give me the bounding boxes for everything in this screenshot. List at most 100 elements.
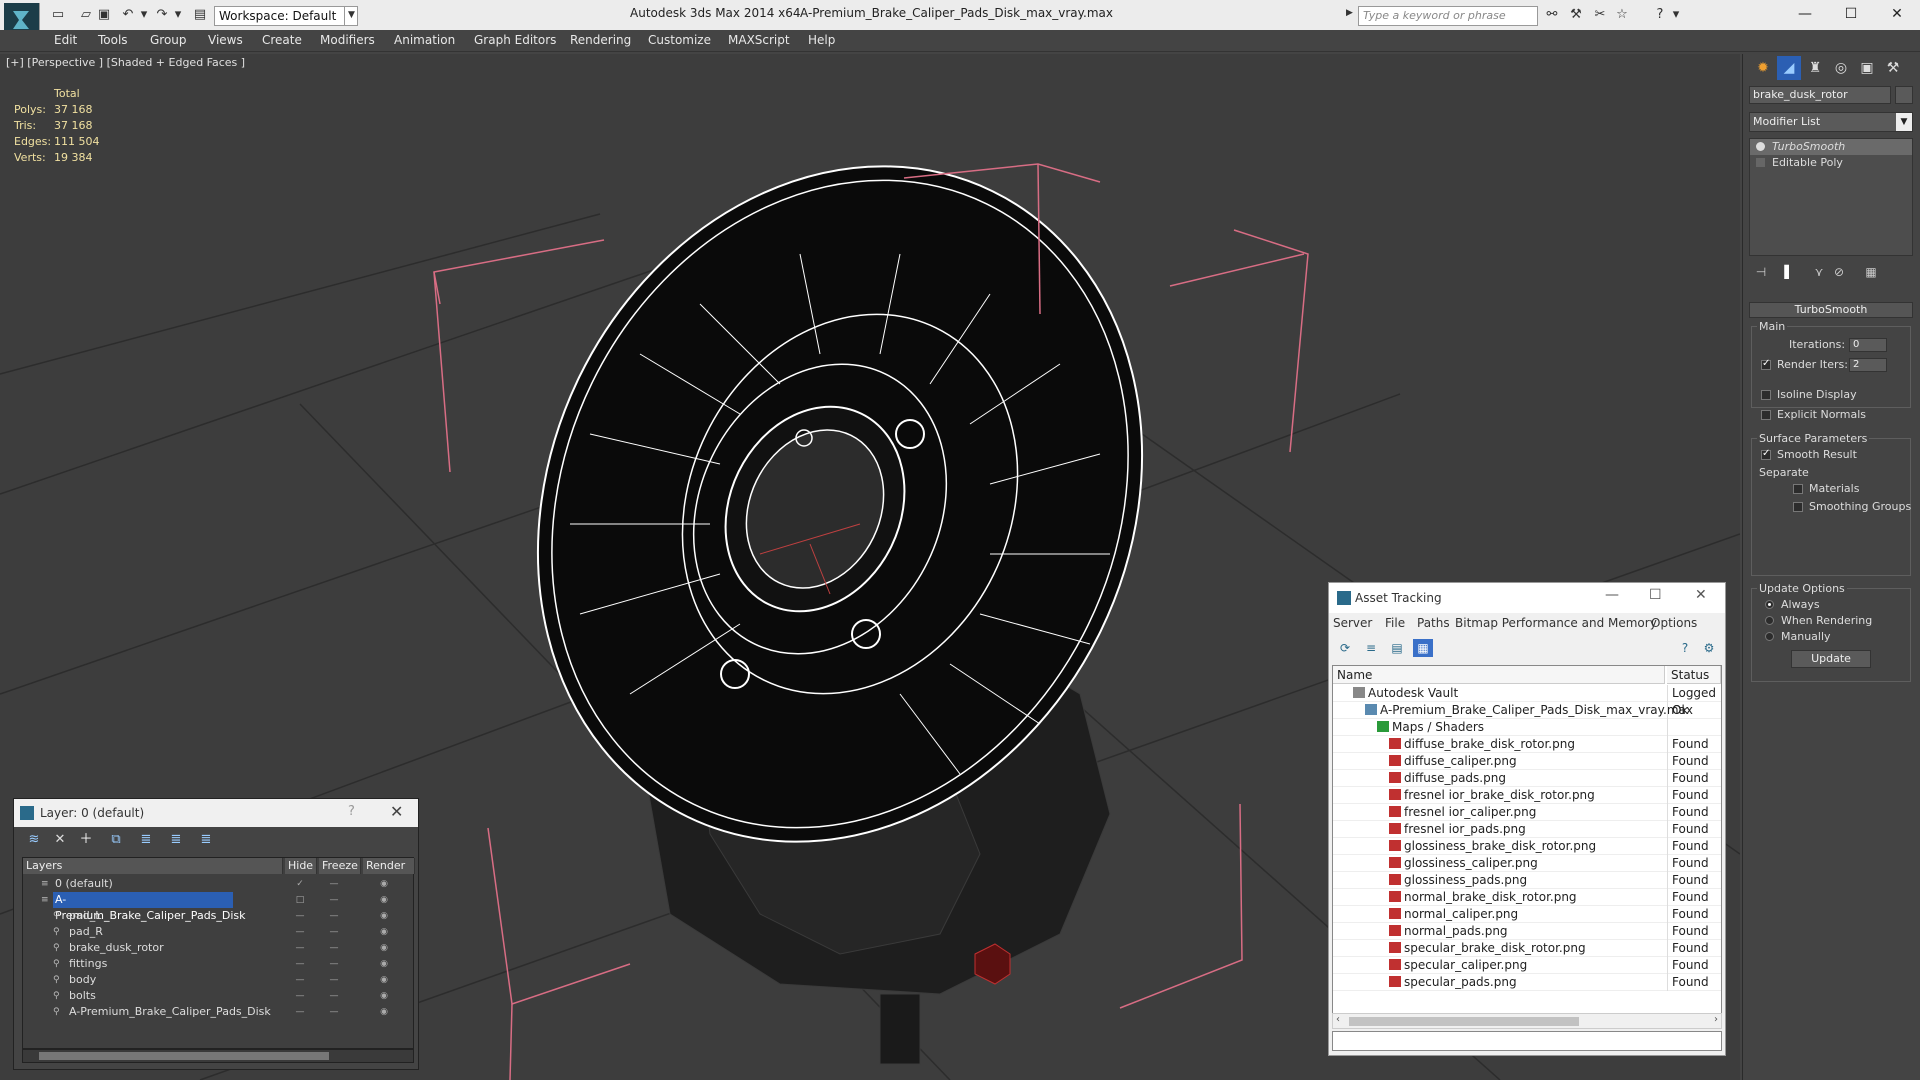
layer-row[interactable]: ≡ 0 (default) ✓ — ◉ (23, 876, 415, 892)
hierarchy-tab-icon[interactable]: ♜ (1803, 56, 1827, 80)
turbosmooth-rollout-title[interactable]: TurboSmooth (1749, 302, 1913, 318)
layer-window-titlebar[interactable]: Layer: 0 (default) ? ✕ (14, 799, 418, 827)
viewport-label[interactable]: [+] [Perspective ] [Shaded + Edged Faces… (6, 56, 245, 69)
scroll-left-icon[interactable]: ‹ (1336, 1014, 1340, 1025)
modifier-list-dropdown[interactable]: Modifier List ▼ (1749, 112, 1913, 132)
close-icon[interactable]: ✕ (390, 802, 403, 821)
create-tab-icon[interactable]: ✹ (1751, 56, 1775, 80)
always-radio[interactable] (1765, 600, 1774, 609)
freeze-toggle[interactable]: — (327, 876, 341, 892)
highlight-layer-icon[interactable]: ≣ (136, 831, 156, 849)
help-icon[interactable]: ? (1675, 639, 1695, 657)
list-view-icon[interactable]: ≡ (1361, 639, 1381, 657)
binoculars-icon[interactable]: ⚯ (1544, 8, 1560, 22)
layer-row[interactable]: ⚲ bolts — — ◉ (23, 988, 415, 1004)
redo-icon[interactable]: ↷ (154, 8, 170, 22)
utilities-tab-icon[interactable]: ⚒ (1881, 56, 1905, 80)
project-folder-icon[interactable]: ▤ (192, 8, 208, 22)
asset-menu-file[interactable]: File (1385, 616, 1405, 630)
asset-row[interactable]: normal_caliper.png Found (1333, 906, 1721, 923)
new-file-icon[interactable]: ▭ (50, 8, 66, 22)
render-toggle-icon[interactable]: ◉ (377, 1004, 391, 1020)
chevron-down-icon[interactable]: ▼ (1896, 113, 1912, 131)
freeze-toggle[interactable]: — (327, 924, 341, 940)
materials-checkbox[interactable] (1793, 484, 1803, 494)
asset-row[interactable]: diffuse_brake_disk_rotor.png Found (1333, 736, 1721, 753)
render-toggle-icon[interactable]: ◉ (377, 988, 391, 1004)
freeze-toggle[interactable]: — (327, 1004, 341, 1020)
modify-tab-icon[interactable]: ◢ (1777, 56, 1801, 80)
expand-icon[interactable] (1756, 158, 1765, 167)
when-rendering-radio[interactable] (1765, 616, 1774, 625)
communication-icon[interactable]: ✂ (1592, 8, 1608, 22)
hide-toggle[interactable]: — (293, 972, 307, 988)
hide-toggle[interactable]: — (293, 940, 307, 956)
close-button[interactable]: ✕ (1874, 2, 1920, 26)
layer-name[interactable]: body (67, 972, 96, 988)
undo-icon[interactable]: ↶ (120, 8, 136, 22)
layer-name[interactable]: pad_L (67, 908, 101, 924)
layer-name[interactable]: bolts (67, 988, 96, 1004)
undo-dropdown-icon[interactable]: ▾ (136, 8, 152, 22)
asset-row[interactable]: diffuse_caliper.png Found (1333, 753, 1721, 770)
hide-toggle[interactable]: ✓ (293, 876, 307, 892)
asset-menu-options[interactable]: Options (1651, 616, 1697, 630)
stack-item-editable-poly[interactable]: Editable Poly (1750, 155, 1912, 171)
freeze-all-icon[interactable]: ≣ (196, 831, 216, 849)
asset-row[interactable]: fresnel ior_brake_disk_rotor.png Found (1333, 787, 1721, 804)
layer-name[interactable]: fittings (67, 956, 107, 972)
hide-toggle[interactable]: — (293, 924, 307, 940)
menu-tools[interactable]: Tools (98, 33, 128, 47)
menu-rendering[interactable]: Rendering (570, 33, 631, 47)
object-color-swatch[interactable] (1895, 86, 1913, 104)
layer-name[interactable]: A-Premium_Brake_Caliper_Pads_Disk (53, 892, 246, 922)
minimize-icon[interactable]: — (1605, 587, 1619, 603)
render-toggle-icon[interactable]: ◉ (377, 892, 391, 908)
show-end-result-icon[interactable]: ▌ (1779, 262, 1799, 282)
horizontal-scrollbar[interactable]: ‹ › (1332, 1013, 1722, 1029)
layer-name[interactable]: pad_R (67, 924, 103, 940)
column-header-freeze[interactable]: Freeze (319, 858, 361, 874)
menu-edit[interactable]: Edit (54, 33, 77, 47)
minimize-button[interactable]: — (1782, 2, 1828, 26)
column-header-layers[interactable]: Layers (23, 858, 283, 874)
asset-row[interactable]: specular_caliper.png Found (1333, 957, 1721, 974)
help-dropdown-icon[interactable]: ▾ (1668, 8, 1684, 22)
menu-animation[interactable]: Animation (394, 33, 455, 47)
hide-toggle[interactable]: — (293, 956, 307, 972)
layer-row[interactable]: ⚲ A-Premium_Brake_Caliper_Pads_Disk — — ◉ (23, 1004, 415, 1020)
render-toggle-icon[interactable]: ◉ (377, 876, 391, 892)
menu-help[interactable]: Help (808, 33, 835, 47)
render-iters-checkbox[interactable] (1761, 358, 1771, 370)
smoothing-groups-checkbox[interactable] (1793, 502, 1803, 512)
workspace-select[interactable]: Workspace: Default (214, 6, 358, 26)
pin-stack-icon[interactable]: ⊣ (1751, 262, 1771, 282)
remove-modifier-icon[interactable]: ⊘ (1829, 262, 1849, 282)
hide-all-icon[interactable]: ≣ (166, 831, 186, 849)
menu-group[interactable]: Group (150, 33, 187, 47)
workspace-dropdown-icon[interactable]: ▼ (344, 6, 358, 26)
make-unique-icon[interactable]: ⋎ (1809, 262, 1829, 282)
freeze-toggle[interactable]: — (327, 972, 341, 988)
add-to-layer-icon[interactable]: ＋ (76, 831, 96, 849)
stack-item-turbosmooth[interactable]: TurboSmooth (1750, 139, 1912, 155)
manually-radio[interactable] (1765, 632, 1774, 641)
favorites-icon[interactable]: ☆ (1614, 8, 1630, 22)
freeze-toggle[interactable]: — (327, 956, 341, 972)
hide-toggle[interactable]: — (293, 988, 307, 1004)
asset-menu-paths[interactable]: Paths (1417, 616, 1450, 630)
menu-views[interactable]: Views (208, 33, 243, 47)
render-toggle-icon[interactable]: ◉ (377, 956, 391, 972)
explicit-normals-checkbox[interactable] (1761, 410, 1771, 420)
maximize-button[interactable]: ☐ (1828, 2, 1874, 26)
table-view-icon[interactable]: ▦ (1413, 639, 1433, 657)
render-toggle-icon[interactable]: ◉ (377, 908, 391, 924)
horizontal-scrollbar[interactable] (22, 1049, 414, 1063)
refresh-icon[interactable]: ⟳ (1335, 639, 1355, 657)
close-icon[interactable]: ✕ (1695, 587, 1707, 603)
maximize-icon[interactable]: ☐ (1649, 587, 1662, 603)
menu-maxscript[interactable]: MAXScript (728, 33, 790, 47)
asset-row[interactable]: normal_pads.png Found (1333, 923, 1721, 940)
layer-row[interactable]: ⚲ body — — ◉ (23, 972, 415, 988)
asset-row[interactable]: glossiness_caliper.png Found (1333, 855, 1721, 872)
